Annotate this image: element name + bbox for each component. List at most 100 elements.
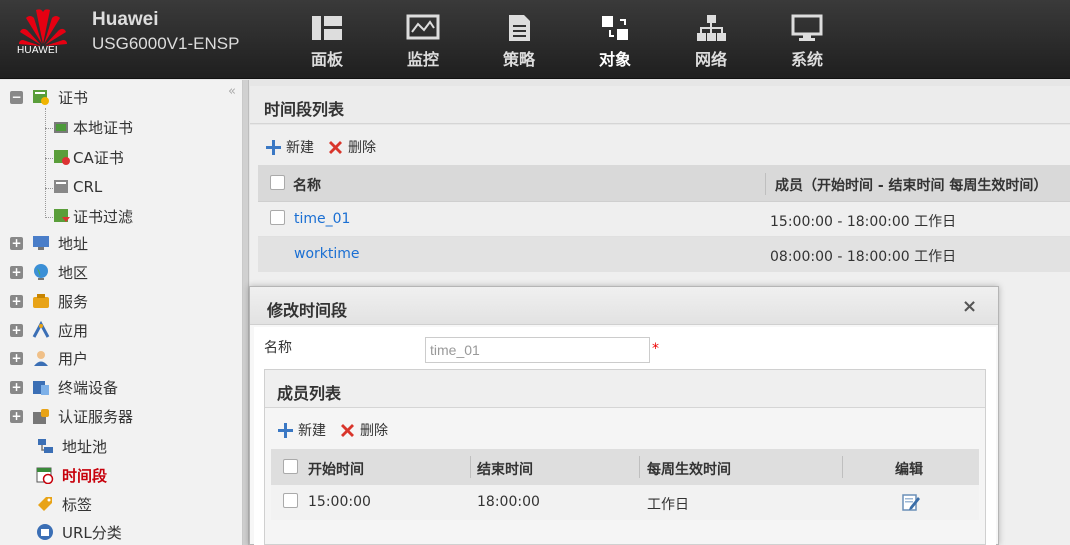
dashboard-icon <box>312 16 342 40</box>
url-category-icon <box>37 524 53 540</box>
column-header-start[interactable]: 开始时间 <box>308 459 364 479</box>
dialog-title[interactable]: 修改时间段 <box>250 287 998 325</box>
sidebar-item-certificate[interactable]: − 证书 <box>10 86 88 108</box>
row-checkbox[interactable] <box>283 493 298 508</box>
sidebar-item-user[interactable]: + 用户 <box>10 347 88 369</box>
sidebar-item-label: 时间段 <box>62 466 108 485</box>
table-row[interactable]: worktime 08:00:00 - 18:00:00 工作日 <box>258 237 1070 272</box>
row-start-time: 15:00:00 <box>308 494 371 510</box>
sidebar-item-auth-server[interactable]: + 认证服务器 <box>10 405 133 427</box>
sidebar-item-label: 标签 <box>62 495 93 514</box>
new-button-label: 新建 <box>286 140 314 156</box>
sidebar-item-terminal[interactable]: + 终端设备 <box>10 376 118 398</box>
sidebar-item-local-cert[interactable]: 本地证书 <box>53 116 133 138</box>
name-input[interactable]: time_01 <box>425 337 650 363</box>
plus-icon <box>278 422 293 438</box>
monitor-icon <box>406 14 440 40</box>
select-all-checkbox[interactable] <box>270 175 285 190</box>
column-header-name[interactable]: 名称 <box>293 175 321 195</box>
sidebar-item-ca-cert[interactable]: CA证书 <box>53 146 124 168</box>
sidebar-item-crl[interactable]: CRL <box>53 176 102 198</box>
sidebar-item-address[interactable]: + 地址 <box>10 232 88 254</box>
member-table-header: 开始时间 结束时间 每周生效时间 编辑 <box>271 449 979 485</box>
nav-system[interactable]: 系统 <box>772 14 842 70</box>
nav-dashboard[interactable]: 面板 <box>292 14 362 70</box>
tag-icon <box>38 497 52 511</box>
delete-button[interactable]: 删除 <box>327 137 376 157</box>
member-list-title: 成员列表 <box>265 370 985 408</box>
sidebar-item-address-pool[interactable]: 地址池 <box>36 435 107 457</box>
brand-name: Huawei <box>92 9 159 30</box>
row-name-link[interactable]: time_01 <box>294 211 350 227</box>
sidebar-item-application[interactable]: + 应用 <box>10 319 88 341</box>
member-table-row[interactable]: 15:00:00 18:00:00 工作日 <box>271 485 979 520</box>
sidebar-item-region[interactable]: + 地区 <box>10 261 88 283</box>
brand-block: Huawei USG6000V1-ENSP <box>92 9 239 57</box>
address-pool-icon <box>38 439 53 453</box>
column-header-end[interactable]: 结束时间 <box>477 459 533 479</box>
row-members: 15:00:00 - 18:00:00 工作日 <box>770 214 957 230</box>
tree-guide <box>45 217 53 218</box>
tree-guide <box>45 128 53 129</box>
sidebar-item-label: 本地证书 <box>73 118 134 137</box>
new-button[interactable]: 新建 <box>265 137 314 157</box>
nav-policy[interactable]: 策略 <box>484 14 554 70</box>
top-header: HUAWEI Huawei USG6000V1-ENSP 面板 监控 策略 对象… <box>0 0 1070 79</box>
object-icon <box>602 16 628 40</box>
sidebar-item-url-category[interactable]: URL分类 <box>36 521 122 543</box>
sidebar-item-label: 服务 <box>58 292 89 311</box>
column-divider <box>765 173 766 195</box>
application-icon <box>32 321 50 338</box>
collapse-toggle[interactable]: − <box>10 90 23 104</box>
service-icon <box>33 294 49 308</box>
network-icon <box>697 15 726 41</box>
nav-network[interactable]: 网络 <box>676 14 746 70</box>
sidebar-item-label: 应用 <box>58 321 89 340</box>
sidebar-item-label: URL分类 <box>62 523 122 542</box>
expand-toggle[interactable]: + <box>10 294 23 308</box>
expand-toggle[interactable]: + <box>10 409 23 423</box>
member-delete-button[interactable]: 删除 <box>339 420 388 440</box>
system-icon <box>791 14 823 41</box>
close-icon[interactable]: × <box>962 296 977 317</box>
sidebar-item-cert-filter[interactable]: 证书过滤 <box>53 205 133 227</box>
column-divider <box>842 456 843 478</box>
device-model: USG6000V1-ENSP <box>92 34 240 53</box>
name-field-label: 名称 <box>264 340 292 356</box>
sidebar-item-time-range[interactable]: 时间段 <box>36 464 107 486</box>
row-end-time: 18:00:00 <box>477 494 540 510</box>
sidebar-item-service[interactable]: + 服务 <box>10 290 88 312</box>
nav-label: 对象 <box>598 50 631 69</box>
sidebar-item-label: 证书 <box>58 88 89 107</box>
logo-text: HUAWEI <box>17 45 58 56</box>
expand-toggle[interactable]: + <box>10 323 23 337</box>
nav-label: 网络 <box>694 50 727 69</box>
row-name-link[interactable]: worktime <box>294 246 360 262</box>
column-header-weekly[interactable]: 每周生效时间 <box>647 459 731 479</box>
column-divider <box>470 456 471 478</box>
table-row[interactable]: time_01 15:00:00 - 18:00:00 工作日 <box>258 202 1070 237</box>
edit-icon[interactable] <box>901 492 921 512</box>
expand-toggle[interactable]: + <box>10 380 23 394</box>
nav-label: 系统 <box>790 50 823 69</box>
nav-monitor[interactable]: 监控 <box>388 14 458 70</box>
member-select-all-checkbox[interactable] <box>283 459 298 474</box>
tree-guide <box>45 188 53 189</box>
expand-toggle[interactable]: + <box>10 351 23 365</box>
delete-icon <box>329 140 342 154</box>
calendar-clock-icon <box>36 467 54 484</box>
page-title: 时间段列表 <box>250 86 1070 124</box>
plus-icon <box>266 139 281 155</box>
member-new-button[interactable]: 新建 <box>277 420 326 440</box>
collapse-sidebar-icon[interactable]: « <box>228 84 236 99</box>
nav-object[interactable]: 对象 <box>580 14 650 70</box>
member-list-panel: 成员列表 新建 删除 开始时间 结束时间 每周生效时间 编辑 15:00:00 … <box>264 369 986 545</box>
row-checkbox[interactable] <box>270 210 285 225</box>
sidebar-item-tag[interactable]: 标签 <box>36 493 92 515</box>
expand-toggle[interactable]: + <box>10 265 23 279</box>
expand-toggle[interactable]: + <box>10 236 23 250</box>
column-header-members[interactable]: 成员（开始时间 - 结束时间 每周生效时间） <box>775 175 1047 195</box>
nav-label: 策略 <box>502 50 535 69</box>
nav-label: 监控 <box>406 50 439 69</box>
row-members: 08:00:00 - 18:00:00 工作日 <box>770 249 957 265</box>
